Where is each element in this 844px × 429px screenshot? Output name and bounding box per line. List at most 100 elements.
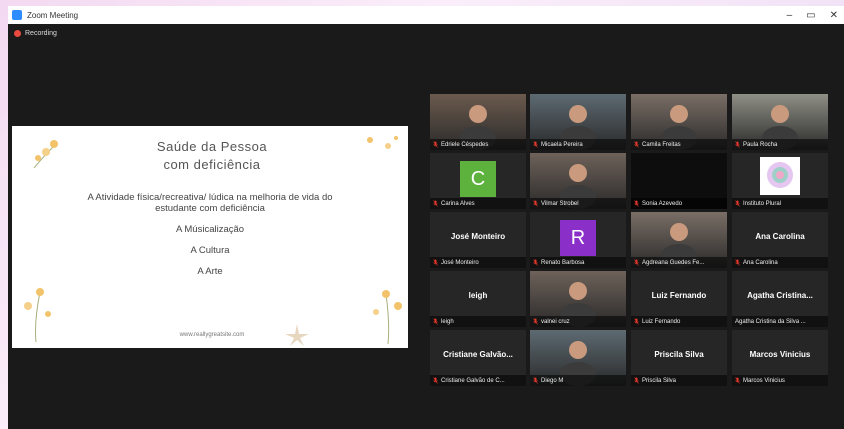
participant-avatar: R	[560, 220, 596, 256]
participant-tile[interactable]: Cristiane Galvão... Cristiane Galvão de C…	[430, 330, 526, 386]
slide-url: www.reallygreatsite.com	[179, 332, 245, 338]
participant-display-name: leigh	[468, 291, 488, 300]
participant-avatar: C	[460, 161, 496, 197]
close-button[interactable]: ✕	[830, 10, 838, 21]
participant-tile[interactable]: leigh leigh	[430, 271, 526, 327]
participant-tile[interactable]: Camila Freitas	[631, 94, 727, 150]
muted-mic-icon	[433, 318, 438, 325]
muted-mic-icon	[433, 377, 438, 384]
participant-name: Agatha Cristina da Silva ...	[735, 318, 806, 325]
participant-tile[interactable]: R Renato Barbosa	[530, 212, 626, 268]
participant-tile[interactable]: Paula Rocha	[732, 94, 828, 150]
muted-mic-icon	[533, 200, 538, 207]
participant-tile[interactable]: Diego M	[530, 330, 626, 386]
participant-name: Renato Barbosa	[541, 259, 585, 266]
muted-mic-icon	[533, 377, 538, 384]
participant-tile[interactable]: Priscila Silva Priscila Silva	[631, 330, 727, 386]
muted-mic-icon	[735, 259, 740, 266]
participant-name: Marcos Vinicius	[743, 377, 785, 384]
participant-tile[interactable]: Agdreana Guedes Fe...	[631, 212, 727, 268]
participant-tile[interactable]: Sonia Azevedo	[631, 153, 727, 209]
muted-mic-icon	[634, 259, 639, 266]
participant-name-bar: Priscila Silva	[631, 375, 727, 386]
participant-name: leigh	[441, 318, 454, 325]
title-bar: Zoom Meeting – ▭ ✕	[8, 6, 844, 24]
flower-decoration-icon	[367, 136, 398, 149]
participant-name: Edriele Céspedes	[441, 141, 489, 148]
participant-name-bar: Ana Carolina	[732, 257, 828, 268]
participant-name-bar: José Monteiro	[430, 257, 526, 268]
zoom-window: Zoom Meeting – ▭ ✕ Recording Saúde da Pe…	[8, 6, 844, 429]
participant-name-bar: Marcos Vinicius	[732, 375, 828, 386]
shared-screen-slide: Saúde da Pessoa com deficiência A Ativid…	[12, 126, 408, 348]
participant-tile[interactable]: Instituto Plural	[732, 153, 828, 209]
recording-indicator[interactable]: Recording	[14, 30, 57, 37]
slide-text-line: A Músicalização	[175, 224, 245, 235]
participant-name-bar: Camila Freitas	[631, 139, 727, 150]
participant-name: Cristiane Galvão de C...	[441, 377, 505, 384]
muted-mic-icon	[533, 259, 538, 266]
participant-name-bar: leigh	[430, 316, 526, 327]
flower-decoration-icon	[24, 288, 51, 342]
participant-display-name: Ana Carolina	[755, 232, 805, 241]
participant-name-bar: Agatha Cristina da Silva ...	[732, 316, 828, 327]
participant-name-bar: Agdreana Guedes Fe...	[631, 257, 727, 268]
participant-name-bar: Renato Barbosa	[530, 257, 626, 268]
muted-mic-icon	[533, 141, 538, 148]
participant-name-bar: Edriele Céspedes	[430, 139, 526, 150]
participant-name-bar: Carina Alves	[430, 198, 526, 209]
slide-title: Saúde da Pessoa com deficiência	[112, 138, 312, 174]
participant-name-bar: Luiz Fernando	[631, 316, 727, 327]
participant-display-name: Cristiane Galvão...	[443, 350, 513, 359]
participant-name: Micaela Pereira	[541, 141, 583, 148]
participant-tile[interactable]: José Monteiro José Monteiro	[430, 212, 526, 268]
participant-tile[interactable]: C Carina Alves	[430, 153, 526, 209]
muted-mic-icon	[533, 318, 538, 325]
participant-tile[interactable]: Edriele Céspedes	[430, 94, 526, 150]
participant-name: Vilmar Strobel	[541, 200, 579, 207]
participant-name-bar: Cristiane Galvão de C...	[430, 375, 526, 386]
participant-name-bar: Micaela Pereira	[530, 139, 626, 150]
participant-name: Agdreana Guedes Fe...	[642, 259, 705, 266]
participant-tile[interactable]: valnei cruz	[530, 271, 626, 327]
participant-name: Instituto Plural	[743, 200, 782, 207]
participant-name: Carina Alves	[441, 200, 475, 207]
participant-tile[interactable]: Ana Carolina Ana Carolina	[732, 212, 828, 268]
muted-mic-icon	[634, 318, 639, 325]
muted-mic-icon	[433, 259, 438, 266]
slide-text-line: A Atividade física/recreativa/ lúdica na…	[87, 192, 333, 203]
muted-mic-icon	[433, 141, 438, 148]
window-title: Zoom Meeting	[27, 10, 79, 20]
minimize-button[interactable]: –	[787, 10, 793, 21]
participant-name-bar: Vilmar Strobel	[530, 198, 626, 209]
participant-tile[interactable]: Marcos Vinicius Marcos Vinicius	[732, 330, 828, 386]
flower-decoration-icon	[373, 290, 402, 344]
participant-display-name: José Monteiro	[450, 232, 506, 241]
slide-text-line: A Cultura	[190, 245, 230, 256]
participant-name-bar: Diego M	[530, 375, 626, 386]
zoom-app-icon	[12, 10, 22, 20]
maximize-button[interactable]: ▭	[806, 10, 815, 21]
muted-mic-icon	[634, 377, 639, 384]
participant-tile[interactable]: Luiz Fernando Luiz Fernando	[631, 271, 727, 327]
participant-tile[interactable]: Micaela Pereira	[530, 94, 626, 150]
slide-title-line-1: Saúde da Pessoa	[156, 139, 268, 154]
recording-label: Recording	[25, 30, 57, 37]
participant-display-name: Luiz Fernando	[651, 291, 707, 300]
participant-name: Luiz Fernando	[642, 318, 681, 325]
muted-mic-icon	[433, 200, 438, 207]
star-flower-decoration-icon	[285, 324, 309, 346]
participant-name: Camila Freitas	[642, 141, 681, 148]
participant-name: Priscila Silva	[642, 377, 677, 384]
participant-name-bar: valnei cruz	[530, 316, 626, 327]
participant-display-name: Priscila Silva	[654, 350, 704, 359]
muted-mic-icon	[634, 200, 639, 207]
participant-name: valnei cruz	[541, 318, 570, 325]
participant-display-name: Marcos Vinicius	[749, 350, 811, 359]
participant-name-bar: Instituto Plural	[732, 198, 828, 209]
participant-tile[interactable]: Agatha Cristina... Agatha Cristina da Sil…	[732, 271, 828, 327]
participant-name-bar: Sonia Azevedo	[631, 198, 727, 209]
slide-text-line: estudante com deficiência	[155, 203, 265, 214]
participant-tile[interactable]: Vilmar Strobel	[530, 153, 626, 209]
muted-mic-icon	[735, 141, 740, 148]
